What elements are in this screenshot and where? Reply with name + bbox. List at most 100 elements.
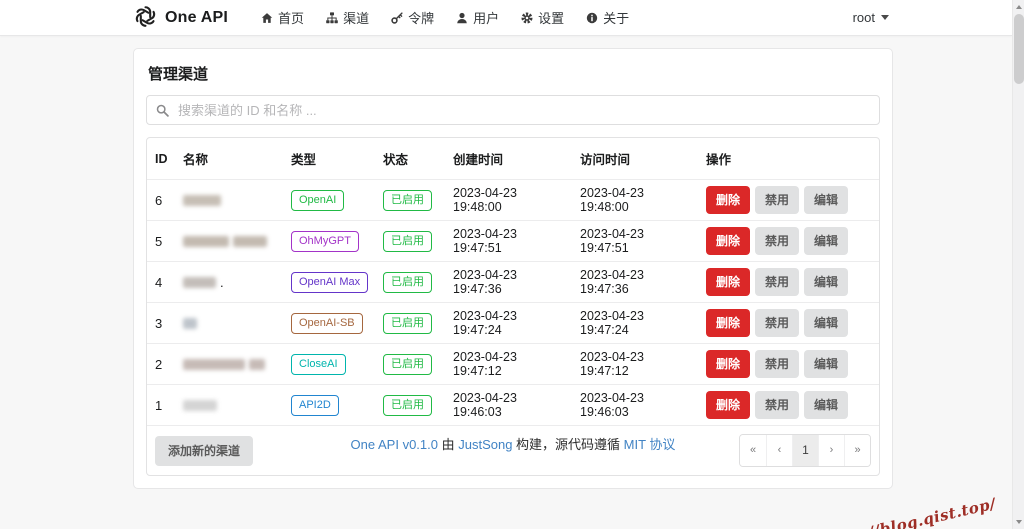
status-badge: 已启用	[383, 272, 432, 293]
search-icon	[156, 104, 169, 120]
vertical-scrollbar[interactable]	[1012, 0, 1024, 529]
delete-button[interactable]: 删除	[706, 309, 750, 337]
nav-item-label: 关于	[603, 8, 629, 27]
nav-item-settings[interactable]: 设置	[510, 0, 575, 35]
disable-button[interactable]: 禁用	[755, 186, 799, 214]
watermark-text: 激星资源https://blog.qist.top/	[755, 493, 998, 529]
page-title: 管理渠道	[148, 63, 880, 84]
disable-button[interactable]: 禁用	[755, 268, 799, 296]
table-header-row: ID 名称 类型 状态 创建时间 访问时间 操作	[147, 138, 879, 179]
accessed-time: 2023-04-23 19:47:36	[574, 262, 700, 302]
type-badge: OhMyGPT	[291, 231, 359, 252]
scroll-down-icon[interactable]	[1016, 520, 1022, 524]
channels-table: ID 名称 类型 状态 创建时间 访问时间 操作 6 OpenAI 已启用 20…	[146, 137, 880, 476]
type-badge: OpenAI	[291, 190, 344, 211]
edit-button[interactable]: 编辑	[804, 268, 848, 296]
edit-button[interactable]: 编辑	[804, 309, 848, 337]
created-time: 2023-04-23 19:47:12	[447, 344, 574, 384]
nav-item-tokens[interactable]: 令牌	[380, 0, 445, 35]
sitemap-icon	[326, 12, 338, 24]
top-navbar: One API 首页 渠道	[0, 0, 1012, 36]
delete-button[interactable]: 删除	[706, 268, 750, 296]
channel-id: 1	[149, 392, 177, 419]
status-badge: 已启用	[383, 354, 432, 375]
edit-button[interactable]: 编辑	[804, 391, 848, 419]
edit-button[interactable]: 编辑	[804, 227, 848, 255]
redacted-blur-blob	[183, 359, 245, 370]
created-time: 2023-04-23 19:47:51	[447, 221, 574, 261]
col-header-status: 状态	[377, 138, 447, 179]
created-time: 2023-04-23 19:48:00	[447, 180, 574, 220]
redacted-blur-blob	[183, 195, 221, 206]
brand[interactable]: One API	[133, 4, 250, 32]
table-row: 6 OpenAI 已启用 2023-04-23 19:48:00 2023-04…	[147, 179, 879, 220]
channels-card: 管理渠道 ID 名称 类型 状态 创建时间 访问时间 操作 6 OpenAI 已…	[133, 48, 893, 489]
redacted-blur-blob	[249, 359, 265, 370]
nav-item-label: 渠道	[343, 8, 369, 27]
col-header-id: ID	[149, 141, 177, 177]
home-icon	[261, 12, 273, 24]
channel-name-redacted	[177, 394, 285, 417]
delete-button[interactable]: 删除	[706, 350, 750, 378]
author-link[interactable]: JustSong	[458, 437, 512, 452]
brand-name: One API	[165, 9, 228, 27]
type-badge: CloseAI	[291, 354, 346, 375]
gear-icon	[521, 12, 533, 24]
type-badge: OpenAI Max	[291, 272, 368, 293]
search-input[interactable]	[146, 95, 880, 125]
channel-id: 4	[149, 269, 177, 296]
user-menu-label: root	[853, 10, 875, 25]
table-row: 1 API2D 已启用 2023-04-23 19:46:03 2023-04-…	[147, 384, 879, 425]
footer-text: 构建，源代码遵循	[512, 437, 623, 452]
user-menu-dropdown[interactable]: root	[853, 10, 893, 25]
table-row: 2 CloseAI 已启用 2023-04-23 19:47:12 2023-0…	[147, 343, 879, 384]
channel-id: 2	[149, 351, 177, 378]
nav-item-about[interactable]: 关于	[575, 0, 640, 35]
col-header-name: 名称	[177, 138, 285, 179]
edit-button[interactable]: 编辑	[804, 186, 848, 214]
type-badge: API2D	[291, 395, 339, 416]
status-badge: 已启用	[383, 190, 432, 211]
footer-text: 由	[438, 437, 458, 452]
col-header-accessed: 访问时间	[574, 138, 700, 179]
search-bar	[146, 95, 880, 125]
caret-down-icon	[881, 15, 889, 20]
channel-name-redacted	[177, 353, 285, 376]
channel-name-redacted	[177, 230, 285, 253]
scrollbar-thumb[interactable]	[1014, 14, 1024, 84]
nav-item-channels[interactable]: 渠道	[315, 0, 380, 35]
channel-name-suffix: .	[220, 275, 224, 290]
status-badge: 已启用	[383, 231, 432, 252]
edit-button[interactable]: 编辑	[804, 350, 848, 378]
redacted-blur-blob	[233, 236, 267, 247]
info-icon	[586, 12, 598, 24]
license-link[interactable]: MIT 协议	[624, 437, 676, 452]
status-badge: 已启用	[383, 313, 432, 334]
one-api-logo-icon	[133, 4, 158, 32]
redacted-blur-blob	[183, 236, 229, 247]
channel-id: 3	[149, 310, 177, 337]
delete-button[interactable]: 删除	[706, 391, 750, 419]
disable-button[interactable]: 禁用	[755, 350, 799, 378]
accessed-time: 2023-04-23 19:47:51	[574, 221, 700, 261]
col-header-type: 类型	[285, 138, 377, 179]
channel-name-redacted: .	[177, 269, 285, 296]
nav-item-users[interactable]: 用户	[445, 0, 510, 35]
delete-button[interactable]: 删除	[706, 227, 750, 255]
delete-button[interactable]: 删除	[706, 186, 750, 214]
channel-id: 6	[149, 187, 177, 214]
version-link[interactable]: One API v0.1.0	[351, 437, 438, 452]
nav-item-label: 用户	[473, 8, 499, 27]
accessed-time: 2023-04-23 19:47:12	[574, 344, 700, 384]
status-badge: 已启用	[383, 395, 432, 416]
accessed-time: 2023-04-23 19:48:00	[574, 180, 700, 220]
table-row: 4 . OpenAI Max 已启用 2023-04-23 19:47:36 2…	[147, 261, 879, 302]
col-header-ops: 操作	[700, 138, 877, 179]
disable-button[interactable]: 禁用	[755, 227, 799, 255]
nav-item-home[interactable]: 首页	[250, 0, 315, 35]
disable-button[interactable]: 禁用	[755, 391, 799, 419]
redacted-blur-blob	[183, 277, 216, 288]
channel-id: 5	[149, 228, 177, 255]
disable-button[interactable]: 禁用	[755, 309, 799, 337]
scroll-up-icon[interactable]	[1016, 5, 1022, 9]
